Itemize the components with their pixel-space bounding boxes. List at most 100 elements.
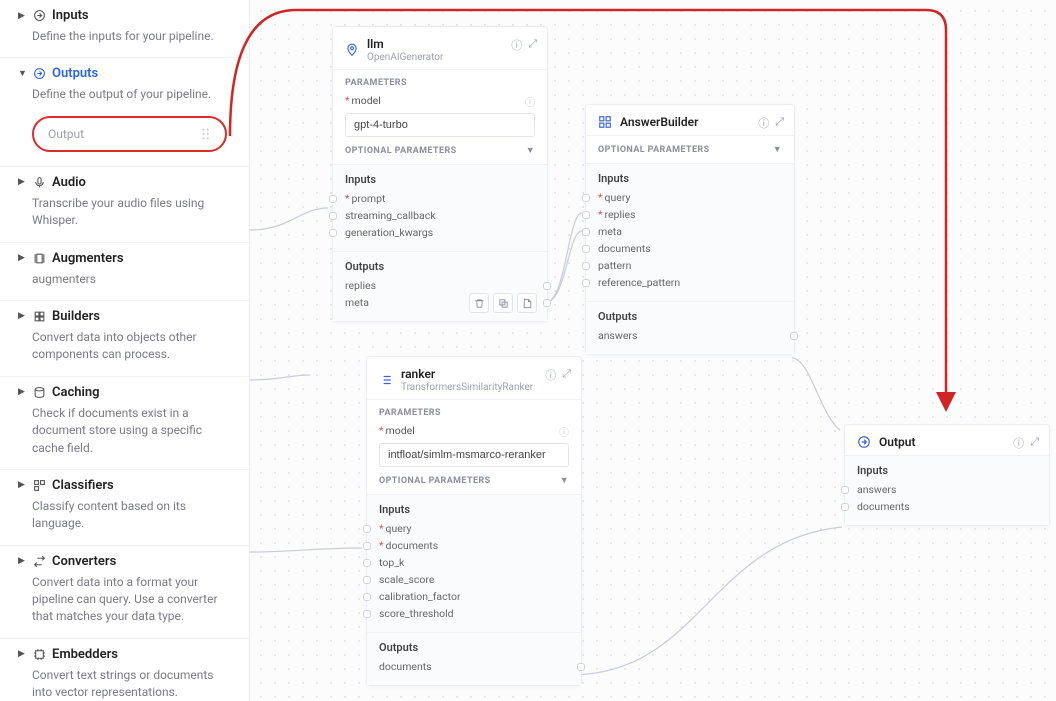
- input-port[interactable]: [841, 503, 849, 511]
- sidebar-section-classifiers[interactable]: ▶ Classifiers Classify content based on …: [0, 470, 249, 546]
- info-icon[interactable]: ⓘ: [1013, 435, 1024, 451]
- node-output[interactable]: Output ⓘ ⤢ Inputs answers documents: [844, 424, 1050, 526]
- io-label: calibration_factor: [379, 590, 461, 603]
- optional-params-toggle[interactable]: OPTIONAL PARAMETERS ▼: [379, 475, 569, 486]
- sidebar-desc: augmenters: [32, 271, 231, 288]
- embedders-icon: [33, 648, 46, 661]
- caret-right-icon: ▶: [18, 649, 27, 659]
- node-ranker[interactable]: ranker TransformersSimilarityRanker ⓘ ⤢ …: [366, 356, 582, 686]
- info-icon[interactable]: ⓘ: [758, 115, 769, 131]
- io-label: replies: [345, 279, 376, 292]
- input-port[interactable]: [582, 211, 590, 219]
- sidebar-title: Inputs: [52, 8, 89, 23]
- sidebar-desc: Convert data into a format your pipeline…: [32, 574, 231, 626]
- caret-right-icon: ▶: [18, 11, 27, 21]
- io-label: generation_kwargs: [345, 226, 433, 239]
- augmenters-icon: [33, 252, 46, 265]
- sidebar-section-inputs[interactable]: ▶ Inputs Define the inputs for your pipe…: [0, 0, 249, 58]
- io-label: answers: [857, 483, 896, 496]
- input-port[interactable]: [329, 212, 337, 220]
- output-port[interactable]: [790, 332, 798, 340]
- expand-icon[interactable]: ⤢: [562, 367, 571, 383]
- io-label: documents: [598, 242, 651, 255]
- info-icon[interactable]: ⓘ: [525, 94, 535, 109]
- info-icon[interactable]: ⓘ: [545, 367, 556, 383]
- sidebar: ▶ Inputs Define the inputs for your pipe…: [0, 0, 250, 701]
- input-icon: [33, 9, 46, 22]
- caret-right-icon: ▶: [18, 387, 27, 397]
- input-port[interactable]: [363, 525, 371, 533]
- expand-icon[interactable]: ⤢: [775, 115, 784, 131]
- output-draggable-item[interactable]: Output: [32, 116, 227, 152]
- sidebar-title: Classifiers: [52, 478, 114, 493]
- pipeline-canvas[interactable]: llm OpenAIGenerator ⓘ ⤢ PARAMETERS *mode…: [250, 0, 1056, 701]
- audio-icon: [33, 176, 46, 189]
- node-answerbuilder[interactable]: AnswerBuilder ⓘ ⤢ OPTIONAL PARAMETERS ▼ …: [585, 104, 795, 355]
- input-port[interactable]: [363, 576, 371, 584]
- output-item-label: Output: [48, 127, 84, 141]
- sidebar-section-augmenters[interactable]: ▶ Augmenters augmenters: [0, 243, 249, 301]
- input-port[interactable]: [582, 245, 590, 253]
- model-input[interactable]: [379, 443, 569, 467]
- node-subtitle: TransformersSimilarityRanker: [401, 382, 533, 393]
- optional-params-toggle[interactable]: OPTIONAL PARAMETERS ▼: [598, 144, 782, 155]
- io-label: score_threshold: [379, 607, 454, 620]
- output-icon: [33, 67, 46, 80]
- input-port[interactable]: [363, 559, 371, 567]
- caret-right-icon: ▶: [18, 177, 27, 187]
- sidebar-section-caching[interactable]: ▶ Caching Check if documents exist in a …: [0, 377, 249, 470]
- caret-right-icon: ▶: [18, 253, 27, 263]
- sidebar-desc: Transcribe your audio files using Whispe…: [32, 195, 231, 230]
- sidebar-section-embedders[interactable]: ▶ Embedders Convert text strings or docu…: [0, 639, 249, 701]
- node-llm[interactable]: llm OpenAIGenerator ⓘ ⤢ PARAMETERS *mode…: [332, 26, 548, 322]
- output-port[interactable]: [543, 282, 551, 290]
- expand-icon[interactable]: ⤢: [528, 37, 537, 53]
- node-toolbar: [469, 293, 537, 313]
- delete-button[interactable]: [469, 293, 489, 313]
- drag-handle-icon[interactable]: [201, 127, 211, 141]
- io-label: streaming_callback: [345, 209, 436, 222]
- input-port[interactable]: [582, 262, 590, 270]
- param-model-label: model: [352, 94, 381, 107]
- inputs-header: Inputs: [345, 173, 535, 186]
- input-port[interactable]: [363, 610, 371, 618]
- input-port[interactable]: [841, 486, 849, 494]
- io-label: scale_score: [379, 573, 434, 586]
- expand-icon[interactable]: ⤢: [1030, 435, 1039, 451]
- node-title: AnswerBuilder: [620, 115, 698, 129]
- outputs-header: Outputs: [345, 260, 535, 273]
- optional-params-toggle[interactable]: OPTIONAL PARAMETERS ▼: [345, 145, 535, 156]
- sidebar-title: Converters: [52, 554, 116, 569]
- input-port[interactable]: [329, 229, 337, 237]
- input-port[interactable]: [582, 279, 590, 287]
- sidebar-desc: Check if documents exist in a document s…: [32, 405, 231, 457]
- output-port[interactable]: [577, 663, 585, 671]
- sidebar-section-builders[interactable]: ▶ Builders Convert data into objects oth…: [0, 301, 249, 377]
- input-port[interactable]: [363, 542, 371, 550]
- input-port[interactable]: [582, 228, 590, 236]
- info-icon[interactable]: ⓘ: [511, 37, 522, 53]
- output-port[interactable]: [543, 299, 551, 307]
- grid-icon: [598, 115, 612, 129]
- note-button[interactable]: [517, 293, 537, 313]
- pin-icon: [345, 43, 359, 57]
- outputs-header: Outputs: [598, 310, 782, 323]
- caret-right-icon: ▶: [18, 556, 27, 566]
- io-label: documents: [386, 539, 439, 552]
- model-input[interactable]: [345, 113, 535, 137]
- copy-button[interactable]: [493, 293, 513, 313]
- inputs-header: Inputs: [379, 503, 569, 516]
- parameters-label: PARAMETERS: [379, 408, 569, 418]
- caching-icon: [33, 386, 46, 399]
- input-port[interactable]: [582, 194, 590, 202]
- sidebar-title: Caching: [52, 385, 100, 400]
- info-icon[interactable]: ⓘ: [559, 424, 569, 439]
- input-port[interactable]: [363, 593, 371, 601]
- sidebar-section-audio[interactable]: ▶ Audio Transcribe your audio files usin…: [0, 167, 249, 243]
- sidebar-section-converters[interactable]: ▶ Converters Convert data into a format …: [0, 546, 249, 639]
- node-title: ranker: [401, 367, 533, 381]
- sidebar-section-outputs[interactable]: ▼ Outputs Define the output of your pipe…: [0, 58, 249, 166]
- input-port[interactable]: [329, 195, 337, 203]
- sidebar-title: Audio: [52, 175, 86, 190]
- io-label: query: [605, 191, 631, 204]
